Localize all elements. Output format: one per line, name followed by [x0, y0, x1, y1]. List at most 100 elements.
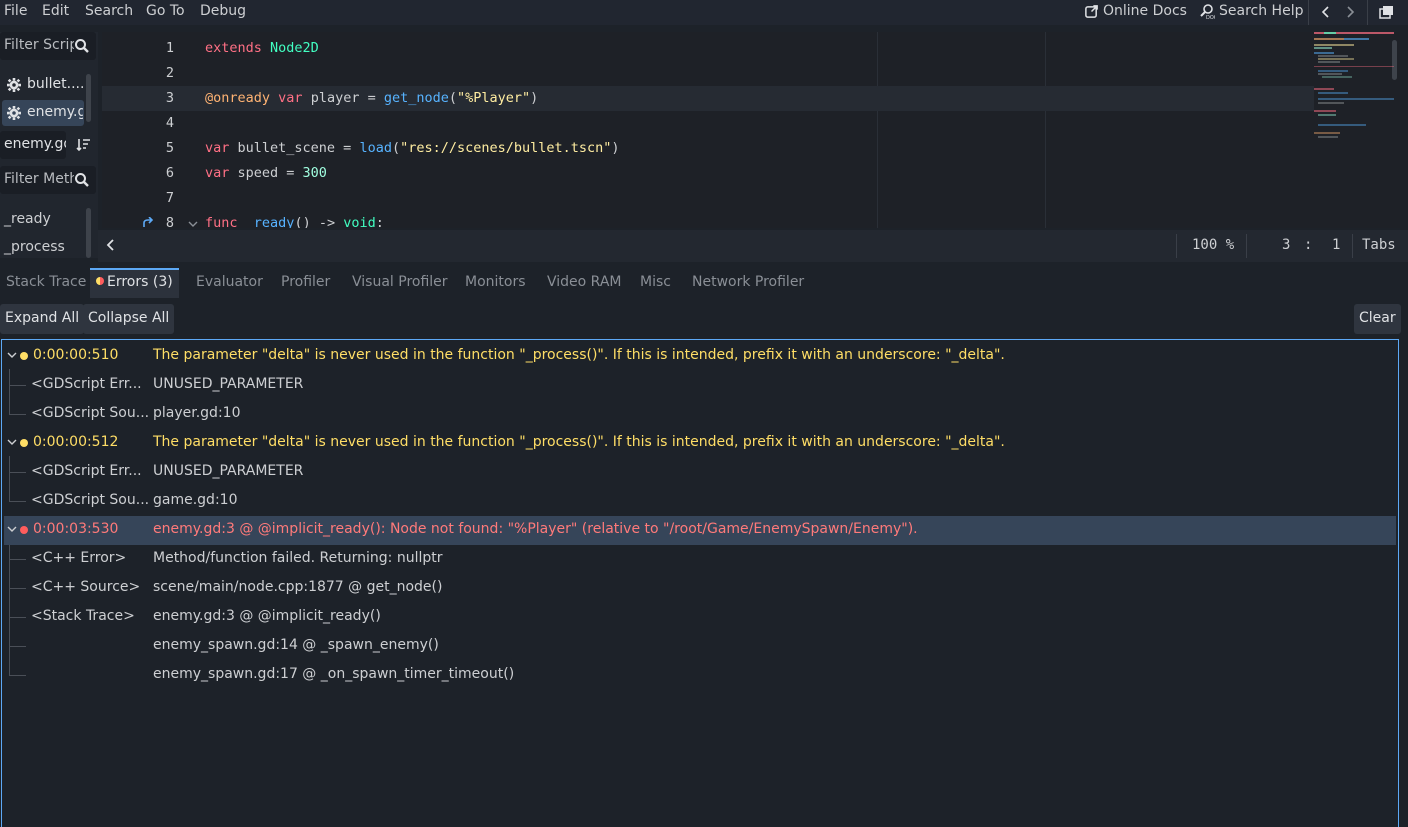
chevron-down-icon[interactable] — [7, 437, 17, 447]
detail-label: <GDScript Err... — [31, 463, 142, 479]
sort-icon[interactable] — [76, 138, 92, 152]
online-docs-label: Online Docs — [1103, 3, 1187, 19]
code-token: "res://scenes/bullet.tscn" — [400, 140, 612, 156]
script-item-enemy[interactable]: enemy.g — [2, 100, 84, 126]
cursor-separator: : — [1304, 237, 1313, 253]
tab-label: Stack Trace — [6, 274, 87, 290]
tab-stack-trace[interactable]: Stack Trace — [0, 268, 92, 298]
chevron-down-icon[interactable] — [7, 524, 17, 534]
error-detail-row[interactable]: enemy_spawn.gd:17 @ _on_spawn_timer_time… — [4, 661, 1396, 690]
zoom-level[interactable]: 100 % — [1192, 237, 1234, 253]
code-line[interactable]: 7 — [102, 186, 1314, 211]
filter-methods-input[interactable]: Filter Meth — [0, 166, 96, 194]
method-item-process[interactable]: _process — [4, 239, 65, 255]
tab-errors[interactable]: Errors (3) — [90, 268, 179, 298]
warning-icon — [20, 439, 28, 447]
tab-monitors[interactable]: Monitors — [459, 268, 532, 298]
fold-chevron-icon[interactable] — [188, 220, 198, 228]
detail-value: enemy.gd:3 @ @implicit_ready() — [153, 608, 381, 624]
line-number: 1 — [165, 40, 174, 56]
tab-evaluator[interactable]: Evaluator — [190, 268, 269, 298]
search-help-button[interactable]: DOC Search Help — [1199, 3, 1303, 19]
filter-scripts-input[interactable]: Filter Scrip — [0, 32, 96, 60]
code-line[interactable]: 3 @onready var player = get_node("%Player… — [102, 86, 1314, 111]
errors-tree[interactable]: 0:00:00:510 The parameter "delta" is nev… — [1, 339, 1399, 827]
indent-mode[interactable]: Tabs — [1362, 237, 1396, 253]
method-list-scrollbar[interactable] — [86, 208, 91, 258]
tab-video-ram[interactable]: Video RAM — [541, 268, 628, 298]
chevron-down-icon[interactable] — [7, 350, 17, 360]
clear-button[interactable]: Clear — [1354, 304, 1401, 334]
chevron-left-icon[interactable] — [1320, 5, 1332, 19]
error-detail-row[interactable]: <GDScript Sou... game.gd:10 — [4, 487, 1396, 516]
error-detail-row[interactable]: <GDScript Err... UNUSED_PARAMETER — [4, 458, 1396, 487]
error-detail-row[interactable]: <C++ Error> Method/function failed. Retu… — [4, 545, 1396, 574]
chevron-right-icon[interactable] — [1344, 5, 1356, 19]
code-text: extends Node2D — [205, 40, 319, 56]
code-line[interactable]: 8 func _ready() -> void: — [102, 211, 1314, 228]
tab-label: Visual Profiler — [352, 274, 448, 290]
code-line[interactable]: 4 — [102, 111, 1314, 136]
detail-value: UNUSED_PARAMETER — [153, 376, 304, 392]
tab-visual-profiler[interactable]: Visual Profiler — [346, 268, 454, 298]
detail-value: game.gd:10 — [153, 492, 238, 508]
code-minimap[interactable] — [1314, 32, 1394, 152]
code-line[interactable]: 1 extends Node2D — [102, 36, 1314, 61]
error-message: The parameter "delta" is never used in t… — [153, 347, 1005, 363]
error-time: 0:00:03:530 — [33, 521, 119, 537]
method-item-ready[interactable]: _ready — [4, 211, 51, 227]
cursor-line: 3 — [1282, 237, 1291, 253]
error-message: The parameter "delta" is never used in t… — [153, 434, 1005, 450]
tab-misc[interactable]: Misc — [634, 268, 677, 298]
script-item-bullet[interactable]: bullet.... — [2, 72, 84, 98]
warning-icon — [20, 352, 28, 360]
collapse-panel-icon[interactable] — [106, 238, 116, 252]
line-number: 6 — [165, 165, 174, 181]
line-number: 8 — [165, 215, 174, 228]
code-token: load — [359, 140, 392, 156]
menu-search[interactable]: Search — [85, 3, 133, 19]
tab-label: Network Profiler — [692, 274, 805, 290]
tab-network-profiler[interactable]: Network Profiler — [686, 268, 810, 298]
error-detail-row[interactable]: <Stack Trace> enemy.gd:3 @ @implicit_rea… — [4, 603, 1396, 632]
menu-debug[interactable]: Debug — [200, 3, 246, 19]
detail-value: enemy_spawn.gd:14 @ _spawn_enemy() — [153, 637, 439, 653]
menu-goto[interactable]: Go To — [146, 3, 185, 19]
script-list-scrollbar[interactable] — [86, 74, 91, 122]
code-line[interactable]: 2 — [102, 61, 1314, 86]
menu-file[interactable]: File — [4, 3, 27, 19]
expand-all-button[interactable]: Expand All — [0, 304, 85, 334]
code-line[interactable]: 5 var bullet_scene = load("res://scenes/b… — [102, 136, 1314, 161]
code-line[interactable]: 6 var speed = 300 — [102, 161, 1314, 186]
debugger-tabs: Stack Trace Errors (3) Evaluator Profile… — [0, 268, 1408, 298]
error-row-error[interactable]: 0:00:03:530 enemy.gd:3 @ @implicit_ready… — [4, 516, 1396, 545]
script-item-label: enemy.g — [27, 104, 83, 120]
error-row-warning[interactable]: 0:00:00:512 The parameter "delta" is nev… — [4, 429, 1396, 458]
code-token: extends — [205, 40, 262, 56]
code-token: @onready — [205, 90, 271, 106]
error-detail-row[interactable]: <GDScript Sou... player.gd:10 — [4, 400, 1396, 429]
current-script-field[interactable]: enemy.gd — [0, 131, 66, 159]
svg-text:DOC: DOC — [1206, 15, 1215, 19]
menu-edit[interactable]: Edit — [42, 3, 69, 19]
error-detail-row[interactable]: enemy_spawn.gd:14 @ _spawn_enemy() — [4, 632, 1396, 661]
current-script-label: enemy.gd — [4, 136, 66, 152]
connection-arrow-icon[interactable] — [142, 217, 154, 228]
code-token: ( — [448, 90, 458, 106]
collapse-all-button[interactable]: Collapse All — [83, 304, 175, 334]
tab-profiler[interactable]: Profiler — [275, 268, 336, 298]
error-detail-row[interactable]: <GDScript Err... UNUSED_PARAMETER — [4, 371, 1396, 400]
code-text: @onready var player = get_node("%Player"… — [205, 90, 538, 106]
error-detail-row[interactable]: <C++ Source> scene/main/node.cpp:1877 @ … — [4, 574, 1396, 603]
error-message: enemy.gd:3 @ @implicit_ready(): Node not… — [153, 521, 918, 537]
code-editor[interactable]: 1 extends Node2D 2 3 @onready var player = g… — [102, 32, 1400, 228]
external-link-icon — [1085, 4, 1098, 18]
error-row-warning[interactable]: 0:00:00:510 The parameter "delta" is nev… — [4, 342, 1396, 371]
code-text: var speed = 300 — [205, 165, 327, 181]
online-docs-button[interactable]: Online Docs — [1084, 3, 1187, 19]
window-icon[interactable] — [1379, 5, 1394, 19]
code-token: func — [205, 215, 238, 228]
detail-value: scene/main/node.cpp:1877 @ get_node() — [153, 579, 443, 595]
menu-divider-2 — [1367, 0, 1368, 25]
